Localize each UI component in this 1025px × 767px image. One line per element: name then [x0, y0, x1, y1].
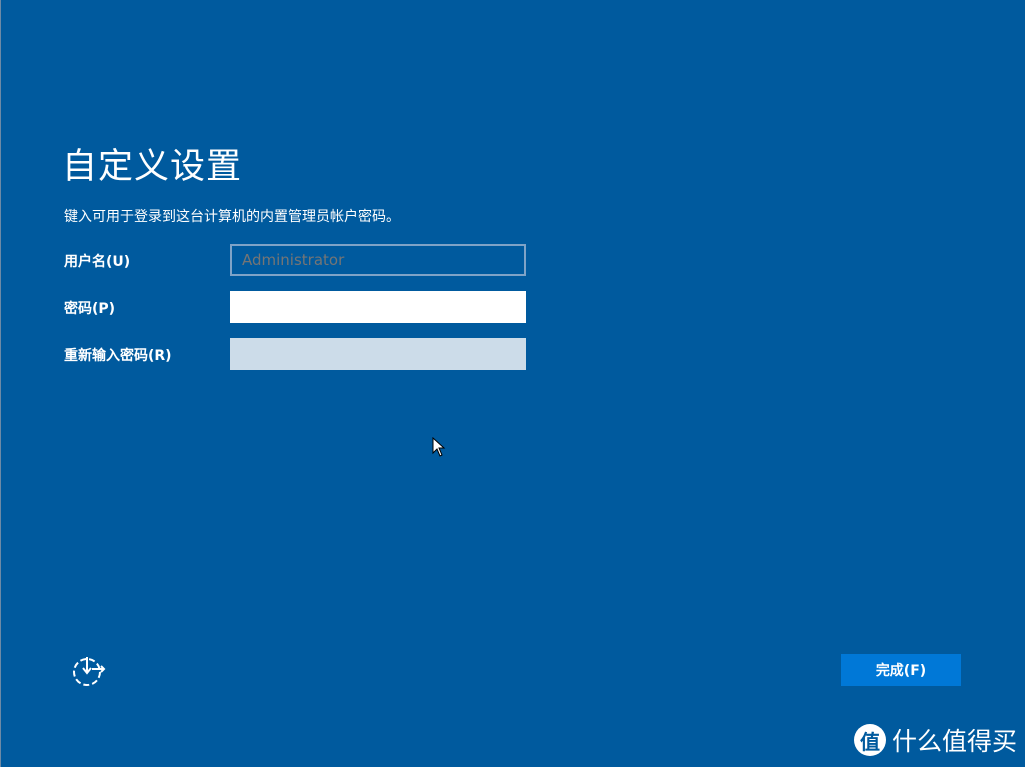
password-label: 密码(P)	[64, 301, 116, 317]
password-input[interactable]	[230, 291, 526, 323]
username-input[interactable]	[230, 244, 526, 276]
window-edge	[0, 0, 1, 767]
page-title: 自定义设置	[62, 147, 243, 187]
username-label: 用户名(U)	[64, 254, 131, 270]
watermark: 值 什么值得买	[854, 722, 1017, 758]
watermark-logo-icon: 值	[854, 724, 886, 756]
reenter-password-label: 重新输入密码(R)	[64, 348, 172, 364]
finish-button[interactable]: 完成(F)	[841, 654, 961, 686]
page-description: 键入可用于登录到这台计算机的内置管理员帐户密码。	[64, 209, 400, 225]
ease-of-access-icon[interactable]	[72, 655, 106, 687]
reenter-password-input[interactable]	[230, 338, 526, 370]
mouse-cursor-icon	[432, 437, 446, 457]
watermark-text: 什么值得买	[892, 727, 1018, 756]
